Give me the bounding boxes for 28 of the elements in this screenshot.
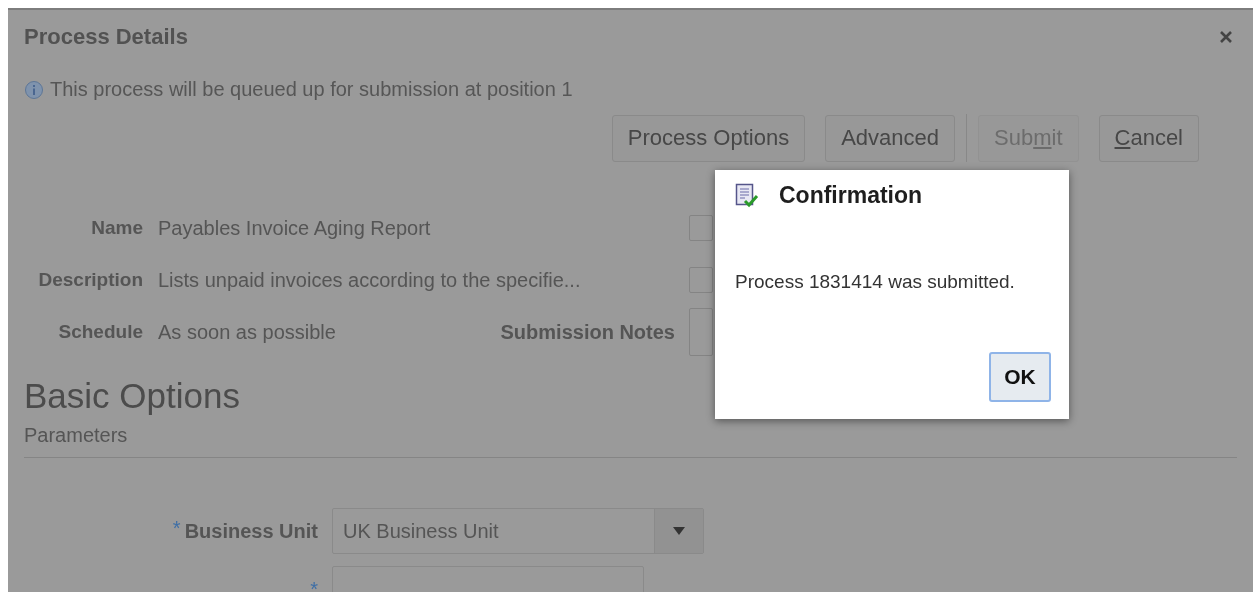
required-mark: * bbox=[310, 581, 318, 592]
action-button[interactable]: Cancel bbox=[1098, 114, 1199, 162]
required-mark: * bbox=[172, 519, 181, 536]
ok-button[interactable]: OK bbox=[989, 352, 1051, 402]
field-value: Lists unpaid invoices according to the specifie... bbox=[158, 268, 581, 292]
dialog-title: Confirmation bbox=[779, 182, 923, 209]
document-check-icon bbox=[735, 182, 759, 209]
action-button[interactable]: Process Options bbox=[611, 114, 806, 162]
section-heading: Basic Options bbox=[24, 376, 240, 416]
subsection-heading: Parameters bbox=[24, 424, 128, 447]
field-label: Description bbox=[37, 269, 143, 291]
field-label: Business Unit bbox=[184, 519, 318, 543]
field-label: Name bbox=[90, 217, 143, 239]
input-field[interactable] bbox=[689, 267, 713, 293]
field-label: Submission Notes bbox=[500, 320, 675, 344]
info-icon bbox=[24, 79, 44, 100]
action-button[interactable]: Advanced bbox=[825, 114, 956, 162]
field-value: As soon as possible bbox=[158, 320, 336, 344]
confirmation-message: Process 1831414 was submitted. bbox=[735, 271, 1015, 293]
field-value: Payables Invoice Aging Report bbox=[158, 216, 431, 240]
close-icon[interactable] bbox=[1219, 30, 1233, 44]
field-label: Schedule bbox=[57, 321, 143, 343]
select-field[interactable]: UK Business Unit bbox=[332, 508, 704, 554]
dialog-title: Process Details bbox=[24, 24, 188, 50]
info-message: This process will be queued up for submission at position 1 bbox=[50, 78, 573, 101]
input-field[interactable] bbox=[689, 308, 713, 356]
input-field[interactable] bbox=[689, 215, 713, 241]
caret-icon bbox=[673, 527, 685, 535]
